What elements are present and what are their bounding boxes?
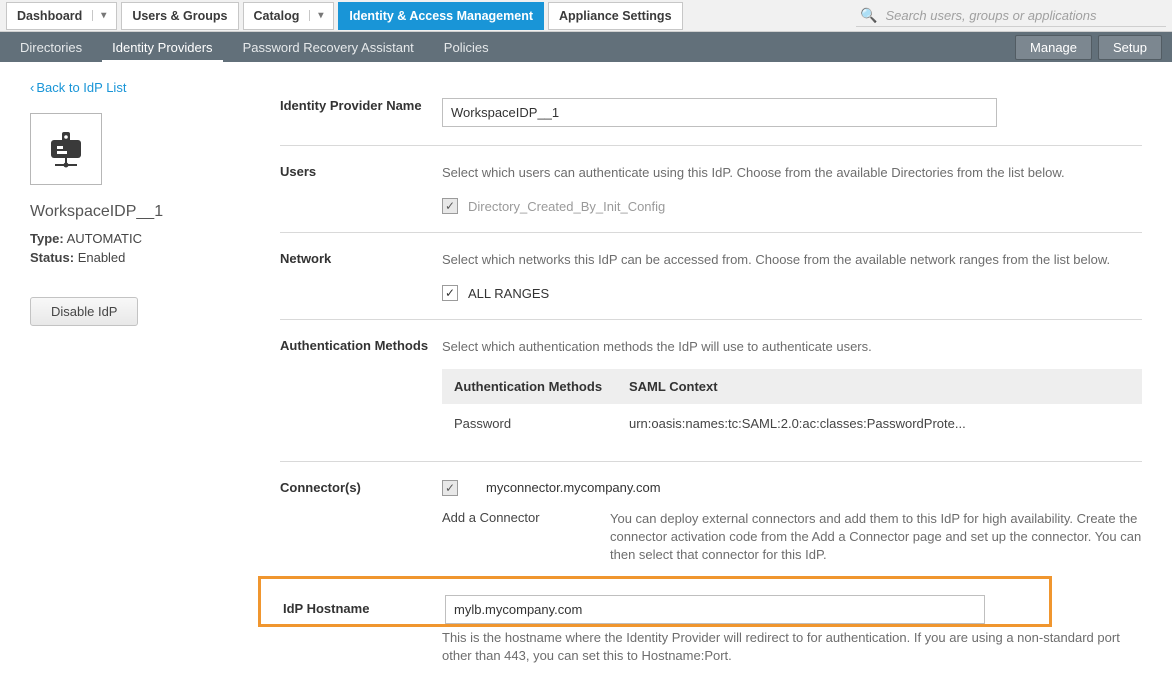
subtab-policies[interactable]: Policies <box>434 33 499 62</box>
add-connector-label: Add a Connector <box>442 510 602 565</box>
label-network: Network <box>280 251 442 301</box>
tab-appliance-settings[interactable]: Appliance Settings <box>548 2 683 30</box>
type-label: Type: <box>30 231 64 246</box>
tab-catalog[interactable]: Catalog ▾ <box>243 2 335 30</box>
back-link[interactable]: ‹ Back to IdP List <box>30 80 126 95</box>
subtab-password-recovery[interactable]: Password Recovery Assistant <box>233 33 424 62</box>
label-users: Users <box>280 164 442 214</box>
label-auth-methods: Authentication Methods <box>280 338 442 442</box>
table-row: Password urn:oasis:names:tc:SAML:2.0:ac:… <box>442 404 1142 443</box>
auth-help: Select which authentication methods the … <box>442 338 1142 356</box>
label-idp-hostname: IdP Hostname <box>283 595 445 624</box>
tab-identity-access[interactable]: Identity & Access Management <box>338 2 544 30</box>
tab-users-groups[interactable]: Users & Groups <box>121 2 238 30</box>
search-box[interactable]: 🔍 <box>856 5 1166 27</box>
add-connector-row: Add a Connector You can deploy external … <box>442 510 1142 565</box>
tab-label: Identity & Access Management <box>349 9 533 23</box>
connector-option-label: myconnector.mycompany.com <box>486 480 661 495</box>
tab-label: Appliance Settings <box>559 9 672 23</box>
status-value: Enabled <box>78 250 126 265</box>
checkbox-directory[interactable]: ✓ <box>442 198 458 214</box>
section-network: Network Select which networks this IdP c… <box>280 233 1142 320</box>
status-label: Status: <box>30 250 74 265</box>
checkbox-connector[interactable]: ✓ <box>442 480 458 496</box>
idp-name: WorkspaceIDP__1 <box>30 203 280 221</box>
type-value: AUTOMATIC <box>67 231 142 246</box>
cell-saml-context: urn:oasis:names:tc:SAML:2.0:ac:classes:P… <box>617 404 1142 443</box>
subtab-directories[interactable]: Directories <box>10 33 92 62</box>
tab-dashboard[interactable]: Dashboard ▾ <box>6 2 117 30</box>
idp-type: Type: AUTOMATIC <box>30 231 280 246</box>
back-label: Back to IdP List <box>36 80 126 95</box>
idp-name-input[interactable] <box>442 98 997 127</box>
label-connectors: Connector(s) <box>280 480 442 565</box>
cell-auth-method: Password <box>442 404 617 443</box>
setup-button[interactable]: Setup <box>1098 35 1162 60</box>
section-auth-methods: Authentication Methods Select which auth… <box>280 320 1142 461</box>
search-input[interactable] <box>883 7 1162 24</box>
subtab-identity-providers[interactable]: Identity Providers <box>102 33 222 62</box>
idp-status: Status: Enabled <box>30 250 280 265</box>
col-saml-context: SAML Context <box>617 369 1142 404</box>
network-option-row: ✓ ALL RANGES <box>442 285 1142 301</box>
network-option-label: ALL RANGES <box>468 286 549 301</box>
section-idp-name: Identity Provider Name <box>280 80 1142 146</box>
idp-logo <box>30 113 102 185</box>
users-option-row: ✓ Directory_Created_By_Init_Config <box>442 198 1142 214</box>
manage-button[interactable]: Manage <box>1015 35 1092 60</box>
tab-label: Catalog <box>254 9 300 23</box>
idp-hostname-highlight: IdP Hostname <box>258 576 1052 627</box>
col-auth-methods: Authentication Methods <box>442 369 617 404</box>
connector-option-row: ✓ myconnector.mycompany.com <box>442 480 1142 496</box>
auth-methods-table: Authentication Methods SAML Context Pass… <box>442 369 1142 443</box>
tab-label: Dashboard <box>17 9 82 23</box>
chevron-down-icon[interactable]: ▾ <box>92 10 106 21</box>
chevron-left-icon: ‹ <box>30 80 34 95</box>
content-area: ‹ Back to IdP List WorkspaceIDP__1 Type:… <box>0 62 1172 666</box>
disable-idp-button[interactable]: Disable IdP <box>30 297 138 326</box>
sub-nav: Directories Identity Providers Password … <box>0 32 1172 62</box>
section-users: Users Select which users can authenticat… <box>280 146 1142 233</box>
section-connectors: Connector(s) ✓ myconnector.mycompany.com… <box>280 462 1142 571</box>
search-icon: 🔍 <box>860 7 877 24</box>
checkbox-all-ranges[interactable]: ✓ <box>442 285 458 301</box>
top-nav: Dashboard ▾ Users & Groups Catalog ▾ Ide… <box>0 0 1172 32</box>
label-idp-name: Identity Provider Name <box>280 98 442 127</box>
add-connector-help: You can deploy external connectors and a… <box>610 510 1142 565</box>
users-help: Select which users can authenticate usin… <box>442 164 1142 182</box>
main-form: Identity Provider Name Users Select whic… <box>280 80 1142 666</box>
idp-hostname-help: This is the hostname where the Identity … <box>442 629 1142 665</box>
tab-label: Users & Groups <box>132 9 227 23</box>
users-option-label: Directory_Created_By_Init_Config <box>468 199 665 214</box>
idp-hostname-input[interactable] <box>445 595 985 624</box>
chevron-down-icon[interactable]: ▾ <box>309 10 323 21</box>
network-help: Select which networks this IdP can be ac… <box>442 251 1142 269</box>
side-panel: ‹ Back to IdP List WorkspaceIDP__1 Type:… <box>30 80 280 666</box>
identity-provider-icon <box>45 128 87 170</box>
